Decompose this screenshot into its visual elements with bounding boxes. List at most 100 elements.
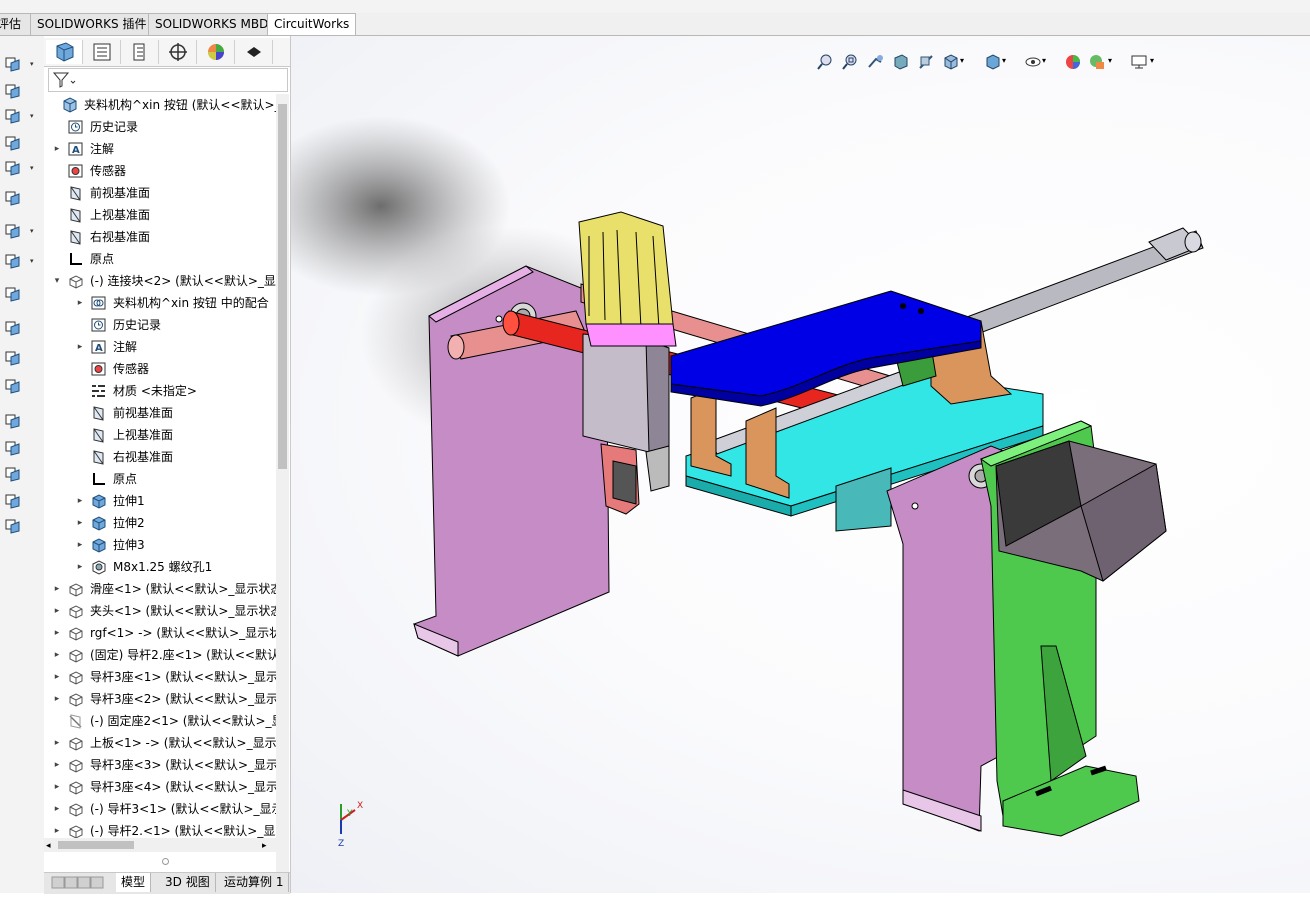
yellow-valve-block[interactable] [578, 211, 674, 337]
expand-arrow-icon[interactable]: ▸ [52, 644, 62, 666]
tree-item[interactable]: ▸ 拉伸1 [44, 490, 276, 512]
dropdown-arrow-icon[interactable]: ▾ [30, 227, 34, 235]
expand-arrow-icon[interactable]: ▸ [52, 754, 62, 776]
rod-end-cap[interactable] [1184, 231, 1202, 253]
tab-evaluate[interactable]: 评估 [0, 13, 32, 35]
edit-component-button[interactable] [3, 133, 23, 153]
tree-item[interactable]: ▸ 导杆3座<3> (默认<<默认>_显示: [44, 754, 276, 776]
tab-model[interactable]: 模型 [116, 873, 152, 892]
exploded-view-button[interactable] [3, 411, 23, 431]
expand-arrow-icon[interactable]: ▸ [75, 490, 85, 512]
smart-fastener-button[interactable]: ▾ [3, 251, 34, 271]
tab-circuitworks[interactable]: CircuitWorks [267, 13, 357, 35]
tree-item[interactable]: 上视基准面 [44, 424, 276, 446]
tree-item[interactable]: 原点 [44, 248, 276, 270]
tree-item[interactable]: 上视基准面 [44, 204, 276, 226]
tab-motion-study[interactable]: 运动算例 1 [219, 873, 290, 892]
update-speedpak-button[interactable] [3, 464, 23, 484]
expand-arrow-icon[interactable]: ▸ [75, 556, 85, 578]
insert-component-button[interactable]: ▾ [3, 158, 34, 178]
tree-item[interactable]: ▸ 导杆3座<4> (默认<<默认>_显示: [44, 776, 276, 798]
hscroll-thumb[interactable] [58, 841, 134, 849]
tree-item[interactable]: 传感器 [44, 358, 276, 380]
scroll-right-arrow-icon[interactable]: ▸ [262, 841, 267, 851]
tree-item[interactable]: 右视基准面 [44, 226, 276, 248]
scroll-left-arrow-icon[interactable]: ◂ [46, 841, 51, 851]
tree-item[interactable]: ▸ M8x1.25 螺纹孔1 [44, 556, 276, 578]
expand-arrow-icon[interactable]: ▸ [75, 534, 85, 556]
expand-arrow-icon[interactable]: ▸ [75, 292, 85, 314]
dropdown-arrow-icon[interactable]: ▾ [30, 60, 34, 68]
expand-arrow-icon[interactable]: ▸ [52, 732, 62, 754]
paperclip-button[interactable] [3, 81, 23, 101]
tree-item[interactable]: ▸ 导杆3座<2> (默认<<默认>_显示: [44, 688, 276, 710]
scrollbar-thumb[interactable] [278, 104, 287, 469]
reference-geometry-button[interactable] [3, 318, 23, 338]
new-motion-study-button[interactable] [3, 348, 23, 368]
propertymanager-tab[interactable] [84, 40, 121, 64]
expand-arrow-icon[interactable]: ▸ [52, 600, 62, 622]
dropdown-arrow-icon[interactable]: ▾ [30, 164, 34, 172]
tab-solidworks-addins[interactable]: SOLIDWORKS 插件 [30, 13, 154, 35]
instant3d-button[interactable] [3, 438, 23, 458]
tree-item[interactable]: ▸ (-) 导杆3<1> (默认<<默认>_显示 [44, 798, 276, 820]
configurationmanager-tab[interactable] [122, 40, 159, 64]
tree-filter[interactable] [48, 68, 288, 92]
nav-arrows-icon[interactable] [49, 873, 113, 891]
move-component-button[interactable] [3, 188, 23, 208]
tree-item[interactable]: 前视基准面 [44, 182, 276, 204]
displaymanager-tab[interactable] [198, 40, 235, 64]
tree-item[interactable]: 历史记录 [44, 314, 276, 336]
model-drawing[interactable]: X Y Z [291, 36, 1310, 893]
tree-item[interactable]: (-) 固定座2<1> (默认<<默认>_显 [44, 710, 276, 732]
filter-icon[interactable] [51, 69, 77, 91]
expand-arrow-icon[interactable]: ▸ [75, 512, 85, 534]
tab-nav-arrows[interactable] [44, 873, 119, 892]
tree-item[interactable]: ▸ 夹料机构^xin 按钮 中的配合 [44, 292, 276, 314]
collapse-arrow-icon[interactable]: ▾ [52, 270, 62, 292]
extra-tab[interactable] [236, 40, 273, 64]
expand-arrow-icon[interactable]: ▸ [52, 138, 62, 160]
expand-arrow-icon[interactable]: ▸ [52, 666, 62, 688]
dimxpert-tab[interactable] [160, 40, 197, 64]
expand-arrow-icon[interactable]: ▸ [52, 776, 62, 798]
component-pattern-button[interactable]: ▾ [3, 106, 34, 126]
smart-mate-button[interactable]: ▾ [3, 54, 34, 74]
tab-solidworks-mbd[interactable]: SOLIDWORKS MBD [148, 13, 276, 35]
tree-item[interactable]: 原点 [44, 468, 276, 490]
tree-item[interactable]: ▸ 滑座<1> (默认<<默认>_显示状态 [44, 578, 276, 600]
tree-item[interactable]: 历史记录 [44, 116, 276, 138]
tree-item[interactable]: 右视基准面 [44, 446, 276, 468]
tab-3d-views[interactable]: 3D 视图 [160, 873, 216, 892]
tree-item[interactable]: ▸ 拉伸3 [44, 534, 276, 556]
take-snapshot-button[interactable] [3, 491, 23, 511]
tree-item[interactable]: ▸ 夹头<1> (默认<<默认>_显示状态 [44, 600, 276, 622]
expand-arrow-icon[interactable]: ▸ [52, 798, 62, 820]
featuremanager-tab[interactable] [46, 40, 83, 64]
vertical-scrollbar[interactable] [276, 94, 289, 874]
dropdown-arrow-icon[interactable]: ▾ [30, 112, 34, 120]
tree-item[interactable]: ▸ 拉伸2 [44, 512, 276, 534]
splitter-handle[interactable] [162, 858, 169, 865]
expand-arrow-icon[interactable]: ▸ [75, 336, 85, 358]
tree-item[interactable]: ▸ A 注解 [44, 138, 276, 160]
tree-item[interactable]: ▸ A 注解 [44, 336, 276, 358]
bill-of-materials-button[interactable] [3, 376, 23, 396]
assembly-features-button[interactable] [3, 284, 23, 304]
tree-item[interactable]: ▾ (-) 连接块<2> (默认<<默认>_显示状 [44, 270, 276, 292]
expand-arrow-icon[interactable]: ▸ [52, 688, 62, 710]
dropdown-arrow-icon[interactable]: ▾ [30, 257, 34, 265]
tree-item[interactable]: ▸ 上板<1> -> (默认<<默认>_显示: [44, 732, 276, 754]
tree-item[interactable]: ▸ rgf<1> -> (默认<<默认>_显示状 [44, 622, 276, 644]
gripper-finger[interactable] [612, 460, 637, 505]
tree-item[interactable]: 前视基准面 [44, 402, 276, 424]
tree-item[interactable]: ▸ 导杆3座<1> (默认<<默认>_显示: [44, 666, 276, 688]
tree-item[interactable]: 传感器 [44, 160, 276, 182]
horizontal-scrollbar[interactable]: ◂ ▸ [44, 838, 276, 852]
graphics-area[interactable]: ▾ ▾ ▾ ▾ ▾ X Y Z [291, 36, 1310, 893]
expand-arrow-icon[interactable]: ▸ [52, 578, 62, 600]
tree-item[interactable]: ▸ (固定) 导杆2.座<1> (默认<<默认 [44, 644, 276, 666]
tree-item[interactable]: 材质 <未指定> [44, 380, 276, 402]
measure-button[interactable] [3, 516, 23, 536]
rod-support-1[interactable] [690, 387, 732, 477]
